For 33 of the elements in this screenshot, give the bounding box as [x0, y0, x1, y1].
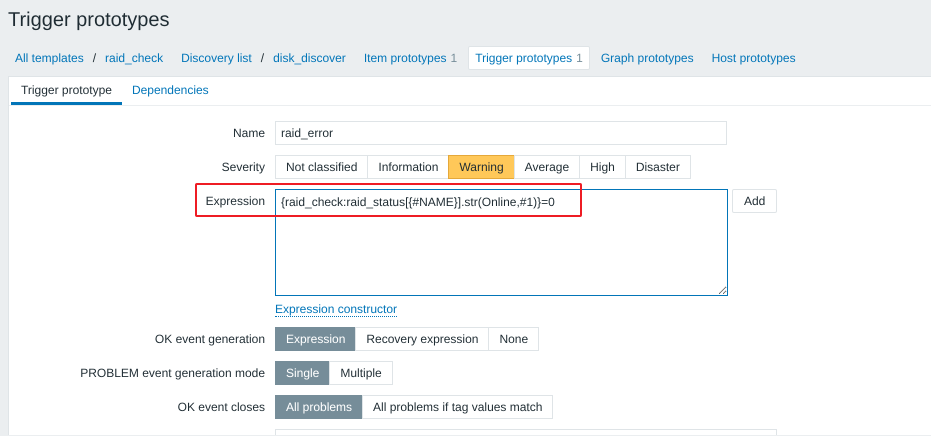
- expression-constructor-link[interactable]: Expression constructor: [275, 302, 398, 317]
- nav-tab[interactable]: Host prototypes: [704, 46, 803, 70]
- breadcrumb-separator: /: [92, 51, 96, 65]
- name-field[interactable]: raid_error: [275, 121, 727, 145]
- field-label: Severity: [220, 159, 265, 176]
- breadcrumb-separator: /: [260, 51, 264, 65]
- breadcrumb-link[interactable]: raid_check: [104, 50, 164, 66]
- field-label: Expression: [204, 193, 265, 210]
- breadcrumb-link[interactable]: All templates: [14, 50, 85, 66]
- option-button[interactable]: None: [488, 327, 540, 351]
- field-label: PROBLEM event generation mode: [79, 365, 265, 382]
- field-label: OK event generation: [154, 331, 265, 348]
- nav-tab[interactable]: Trigger prototypes 1: [468, 46, 590, 70]
- option-button[interactable]: Warning: [448, 155, 515, 179]
- field-label: Name: [232, 125, 265, 142]
- option-button[interactable]: Information: [367, 155, 450, 179]
- expression-field[interactable]: {raid_check:raid_status[{#NAME}].str(Online,#1)}=0: [275, 189, 728, 296]
- field-label: OK event closes: [176, 399, 265, 416]
- option-button[interactable]: Multiple: [329, 361, 393, 385]
- breadcrumb-link[interactable]: disk_discover: [272, 50, 347, 66]
- option-button[interactable]: Average: [514, 155, 580, 179]
- breadcrumb-link[interactable]: Discovery list: [180, 50, 253, 66]
- add-button[interactable]: Add: [732, 189, 778, 213]
- option-button[interactable]: High: [579, 155, 626, 179]
- nav-tab[interactable]: Graph prototypes: [594, 46, 701, 70]
- option-button[interactable]: Recovery expression: [355, 327, 490, 351]
- option-button[interactable]: Not classified: [275, 155, 368, 179]
- page-title: Trigger prototypes: [7, 8, 171, 33]
- tab[interactable]: Dependencies: [122, 77, 219, 105]
- nav-tab[interactable]: Item prototypes 1: [356, 46, 464, 70]
- option-button[interactable]: All problems if tag values match: [362, 395, 554, 419]
- tab[interactable]: Trigger prototype: [11, 77, 122, 105]
- option-button[interactable]: Disaster: [624, 155, 691, 179]
